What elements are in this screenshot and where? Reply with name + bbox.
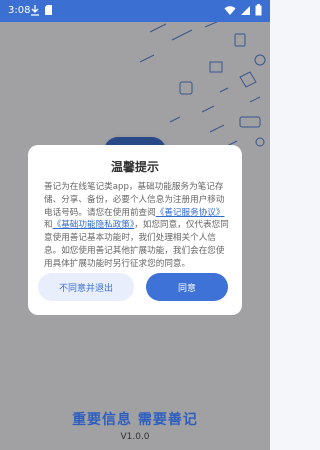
agree-button[interactable]: 同意 [146, 273, 228, 301]
service-agreement-link[interactable]: 《善记服务协议》 [156, 208, 225, 218]
status-bar: 3:08 [0, 0, 270, 22]
dialog-title: 温馨提示 [110, 160, 159, 174]
dialog-body: 善记为在线笔记类app，基础功能服务为笔记存储、分享、备份，必要个人信息为注册用… [44, 181, 232, 271]
privacy-policy-link[interactable]: 《基础功能隐私政策》 [53, 220, 135, 230]
wifi-icon [224, 5, 236, 16]
app-version: V1.0.0 [120, 432, 150, 442]
notification-icons [30, 4, 53, 16]
status-time: 3:08 [8, 5, 31, 16]
battery-icon [255, 4, 262, 16]
and-text: 和 [44, 220, 53, 231]
signal-icon [240, 5, 251, 16]
disagree-exit-button[interactable]: 不同意并退出 [38, 273, 134, 301]
download-icon [30, 4, 40, 16]
system-icons [224, 4, 262, 16]
app-slogan: 重要信息 需要善记 [72, 412, 198, 428]
sd-card-icon [44, 4, 53, 16]
